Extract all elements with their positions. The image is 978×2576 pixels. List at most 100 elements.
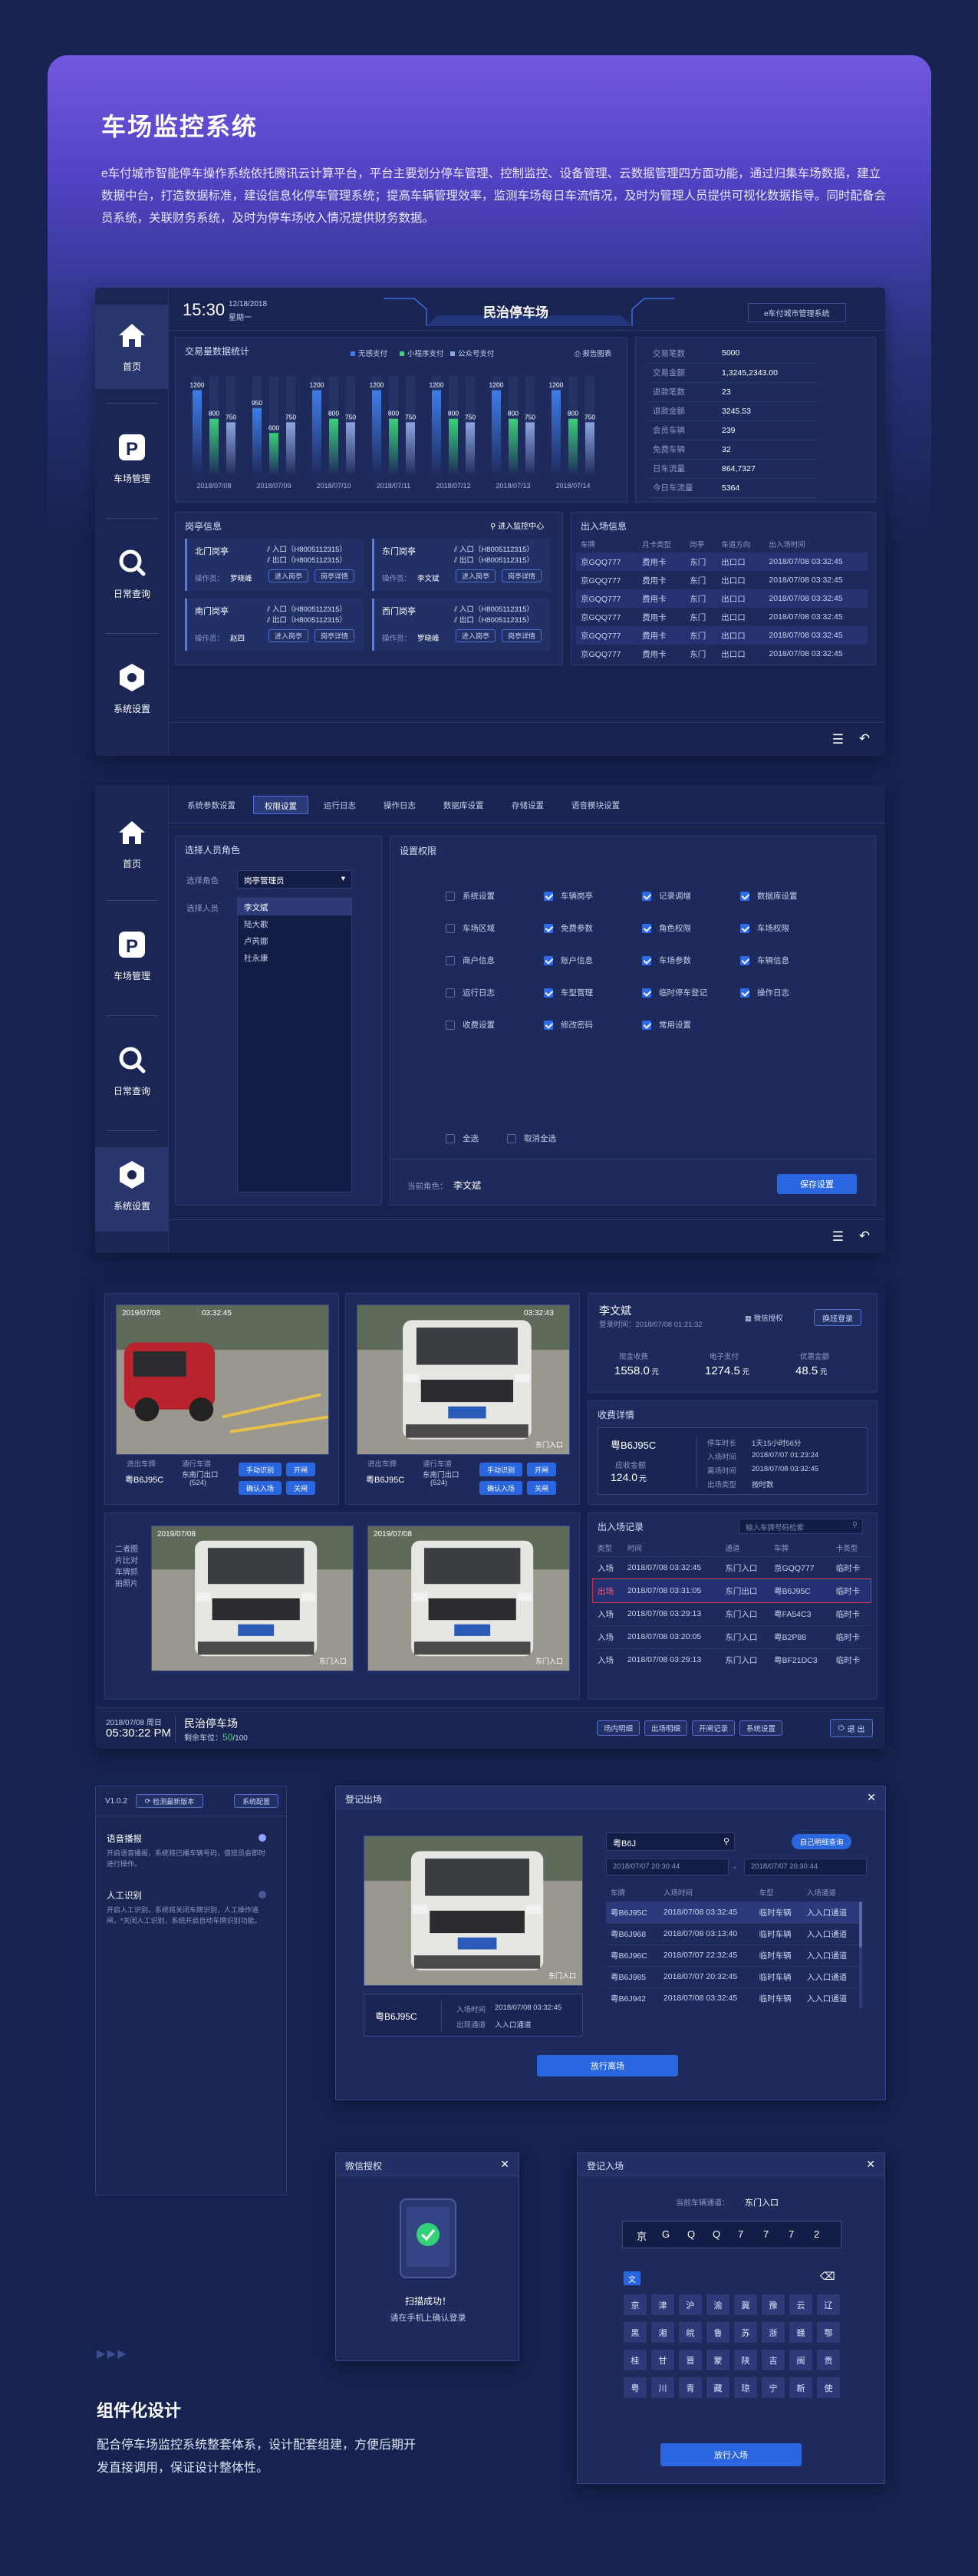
confirm-entry-button[interactable]: 确认入场 (479, 1481, 522, 1495)
keyboard-key[interactable]: 冀 (734, 2294, 757, 2315)
footer-button[interactable]: 出场明细 (644, 1720, 687, 1736)
table-row[interactable]: 入场 2018/07/08 03:20:05 东门入口 粤B2P88 临时卡 (593, 1625, 871, 1648)
keyboard-key[interactable]: 新 (789, 2377, 812, 2398)
enter-booth-button[interactable]: 进入岗亭 (268, 629, 308, 642)
booth-card[interactable]: 东门岗亭 ⫽ 入口（H8005112315） ⫽ 出口（H8005112315） 操作… (372, 539, 550, 591)
select-all-checkbox[interactable]: 全选 (446, 1133, 479, 1144)
scrollbar-thumb[interactable] (859, 1901, 862, 1948)
table-row[interactable]: 粤B6J985 2018/07/07 20:32:45 临时车辆 入入口通道 (606, 1966, 859, 1987)
keyboard-key[interactable]: 京 (624, 2294, 647, 2315)
query-detail-button[interactable]: 自己明细查询 (792, 1834, 851, 1849)
permission-checkbox[interactable]: 账户信息 (544, 955, 593, 966)
permission-checkbox[interactable]: 车场参数 (642, 955, 691, 966)
save-button[interactable]: 保存设置 (777, 1174, 857, 1194)
keyboard-key[interactable]: 桂 (624, 2350, 647, 2370)
log-search-input[interactable]: 输入车牌号码检索 ⚲ (739, 1519, 863, 1534)
sidebar-item-settings[interactable]: 系统设置 (95, 1147, 169, 1232)
plate-input[interactable]: 京 G Q Q 7 7 7 2 (622, 2221, 841, 2248)
tab-3[interactable]: 操作日志 (373, 796, 426, 814)
switch-shift-button[interactable]: 换班登录 (814, 1309, 861, 1326)
confirm-entry-button[interactable]: 确认入场 (239, 1481, 282, 1495)
monitor-link[interactable]: ⚲ 进入监控中心 (490, 519, 544, 531)
entry-camera[interactable] (116, 1304, 329, 1455)
check-update-button[interactable]: ⟳ 检测最新版本 (136, 1794, 203, 1808)
keyboard-key[interactable]: 使 (817, 2377, 840, 2398)
confirm-entry-button[interactable]: 放行入场 (660, 2443, 802, 2466)
menu-icon[interactable]: ☰ (832, 1229, 844, 1245)
tab-4[interactable]: 数据库设置 (433, 796, 495, 814)
close-gate-button[interactable]: 关闸 (286, 1481, 315, 1495)
keyboard-key[interactable]: 甘 (651, 2350, 674, 2370)
person-item[interactable]: 杜永康 (238, 949, 351, 966)
keyboard-key[interactable]: 鄂 (817, 2322, 840, 2343)
sidebar-item-query[interactable]: 日常查询 (95, 535, 169, 619)
wechat-auth[interactable]: ▦ 微信授权 (745, 1312, 783, 1323)
enter-booth-button[interactable]: 进入岗亭 (268, 569, 308, 582)
table-row[interactable]: 入场 2018/07/08 03:29:13 东门入口 粤BF21DC3 临时卡 (593, 1648, 871, 1671)
person-item[interactable]: 陆大歌 (238, 915, 351, 932)
keyboard-key[interactable]: 皖 (679, 2322, 702, 2343)
permission-checkbox[interactable]: 车型管理 (544, 987, 593, 998)
booth-detail-button[interactable]: 岗亭详情 (502, 569, 542, 582)
permission-checkbox[interactable]: 车辆岗亭 (544, 890, 593, 902)
table-row[interactable]: 粤B6J968 2018/07/08 03:13:40 临时车辆 入入口通道 (606, 1923, 859, 1944)
enter-booth-button[interactable]: 进入岗亭 (456, 569, 496, 582)
tab-0[interactable]: 系统参数设置 (176, 796, 246, 814)
keyboard-key[interactable]: 豫 (762, 2294, 785, 2315)
keyboard-key[interactable]: 辽 (817, 2294, 840, 2315)
tab-2[interactable]: 运行日志 (313, 796, 367, 814)
permission-checkbox[interactable]: 记录调增 (642, 890, 691, 902)
booth-card[interactable]: 南门岗亭 ⫽ 入口（H8005112315） ⫽ 出口（H8005112315） 操作… (185, 599, 363, 651)
table-row[interactable]: 出场 2018/07/08 03:31:05 东门出口 粤B6J95C 临时卡 (592, 1578, 871, 1603)
keyboard-key[interactable]: 沪 (679, 2294, 702, 2315)
close-gate-button[interactable]: 关闸 (527, 1481, 556, 1495)
keyboard-key[interactable]: 青 (679, 2377, 702, 2398)
booth-card[interactable]: 西门岗亭 ⫽ 入口（H8005112315） ⫽ 出口（H8005112315） 操作… (372, 599, 550, 651)
table-row[interactable]: 京GQQ777 费用卡 东门 出口口 2018/07/08 03:32:45 (576, 626, 868, 645)
table-row[interactable]: 京GQQ777 费用卡 东门 出口口 2018/07/08 03:32:45 (576, 552, 868, 571)
permission-checkbox[interactable]: 常用设置 (642, 1019, 691, 1031)
sidebar-item-parking[interactable]: P 车场管理 (95, 917, 169, 1001)
keyboard-key[interactable]: 粤 (624, 2377, 647, 2398)
table-row[interactable]: 粤B6J96C 2018/07/07 22:32:45 临时车辆 入入口通道 (606, 1944, 859, 1966)
permission-checkbox[interactable]: 修改密码 (544, 1019, 593, 1031)
sidebar-item-settings[interactable]: 系统设置 (95, 650, 169, 734)
keyboard-key[interactable]: 闽 (789, 2350, 812, 2370)
table-row[interactable]: 粤B6J95C 2018/07/08 03:32:45 临时车辆 入入口通道 (606, 1901, 859, 1923)
report-link[interactable]: ⎙ 报告图表 (575, 348, 611, 358)
date-to-input[interactable]: 2018/07/07 20:30:44 (744, 1859, 867, 1875)
table-row[interactable]: 京GQQ777 费用卡 东门 出口口 2018/07/08 03:32:45 (576, 571, 868, 589)
backspace-icon[interactable]: ⌫ (820, 2270, 835, 2283)
permission-checkbox[interactable]: 车场权限 (740, 922, 789, 934)
permission-checkbox[interactable]: 商户信息 (446, 955, 495, 966)
keyboard-key[interactable]: 赣 (789, 2322, 812, 2343)
tab-6[interactable]: 语音模块设置 (561, 796, 631, 814)
footer-button[interactable]: 开闸记录 (692, 1720, 735, 1736)
permission-checkbox[interactable]: 收费设置 (446, 1019, 495, 1031)
table-row[interactable]: 入场 2018/07/08 03:32:45 东门入口 京GQQ777 临时卡 (593, 1556, 871, 1579)
tab-1[interactable]: 权限设置 (253, 796, 308, 814)
keyboard-key[interactable]: 川 (651, 2377, 674, 2398)
keyboard-key[interactable]: 浙 (762, 2322, 785, 2343)
keyboard-key[interactable]: 苏 (734, 2322, 757, 2343)
tab-5[interactable]: 存储设置 (501, 796, 555, 814)
keyboard-key[interactable]: 吉 (762, 2350, 785, 2370)
table-row[interactable]: 入场 2018/07/08 03:29:13 东门入口 粤FA54C3 临时卡 (593, 1602, 871, 1625)
table-row[interactable]: 京GQQ777 费用卡 东门 出口口 2018/07/08 03:32:45 (576, 645, 868, 663)
close-icon[interactable]: ✕ (867, 1791, 876, 1804)
keyboard-key[interactable]: 鲁 (706, 2322, 729, 2343)
person-item[interactable]: 李文斌 (238, 899, 351, 915)
keyboard-key[interactable]: 贵 (817, 2350, 840, 2370)
exit-button[interactable]: ⏻ 退 出 (830, 1719, 873, 1737)
permission-checkbox[interactable]: 角色权限 (642, 922, 691, 934)
open-gate-button[interactable]: 开闸 (286, 1463, 315, 1476)
permission-checkbox[interactable]: 临时停车登记 (642, 987, 707, 998)
manual-recognize-button[interactable]: 手动识别 (239, 1463, 282, 1476)
system-config-button[interactable]: 系统配置 (234, 1794, 278, 1808)
sidebar-item-home[interactable]: 首页 (95, 305, 169, 389)
close-icon[interactable]: ✕ (866, 2158, 875, 2171)
table-row[interactable]: 京GQQ777 费用卡 东门 出口口 2018/07/08 03:32:45 (576, 589, 868, 608)
keyboard-key[interactable]: 渝 (706, 2294, 729, 2315)
manual-recognize-button[interactable]: 手动识别 (479, 1463, 522, 1476)
booth-detail-button[interactable]: 岗亭详情 (314, 569, 354, 582)
